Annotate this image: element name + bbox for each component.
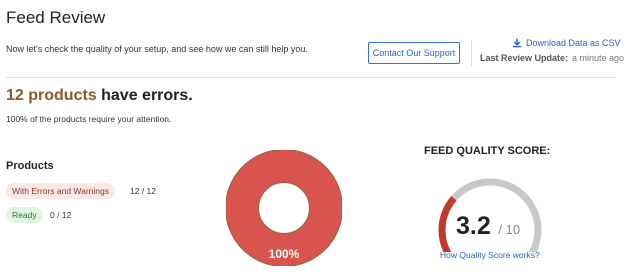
- ready-badge[interactable]: Ready: [6, 207, 43, 223]
- last-review-update: Last Review Update: a minute ago: [480, 53, 624, 63]
- products-heading: Products: [6, 160, 54, 172]
- contact-support-button[interactable]: Contact Our Support: [368, 42, 460, 64]
- page-title: Feed Review: [6, 8, 106, 27]
- download-csv-link[interactable]: Download Data as CSV: [512, 38, 621, 48]
- error-count-text: 12 products: [6, 87, 97, 104]
- quality-score-title: FEED QUALITY SCORE:: [424, 145, 551, 157]
- quality-score-help-link[interactable]: How Quality Score works?: [440, 250, 540, 260]
- errors-warnings-badge[interactable]: With Errors and Warnings: [6, 183, 115, 199]
- download-icon: [513, 38, 521, 48]
- attention-subline: 100% of the products require your attent…: [6, 114, 172, 124]
- download-csv-label: Download Data as CSV: [526, 38, 621, 48]
- ready-count: 0 / 12: [50, 210, 72, 220]
- errors-count: 12 / 12: [130, 186, 156, 196]
- donut-percent-label: 100%: [269, 247, 300, 261]
- score-max: 10: [505, 222, 521, 237]
- score-value: 3.2: [456, 212, 491, 240]
- headline-rest: have errors.: [96, 87, 193, 104]
- intro-text: Now let's check the quality of your setu…: [6, 44, 308, 54]
- last-review-label: Last Review Update:: [480, 53, 569, 63]
- quality-score-readout: 3.2 / 10: [456, 212, 520, 241]
- score-separator: /: [494, 222, 506, 237]
- last-review-value: a minute ago: [572, 53, 624, 63]
- products-status-donut: 100%: [226, 150, 342, 266]
- section-divider: [6, 77, 616, 78]
- errors-headline: 12 products have errors.: [6, 87, 193, 105]
- donut-errors-segment: [226, 150, 342, 266]
- vertical-divider: [471, 40, 472, 66]
